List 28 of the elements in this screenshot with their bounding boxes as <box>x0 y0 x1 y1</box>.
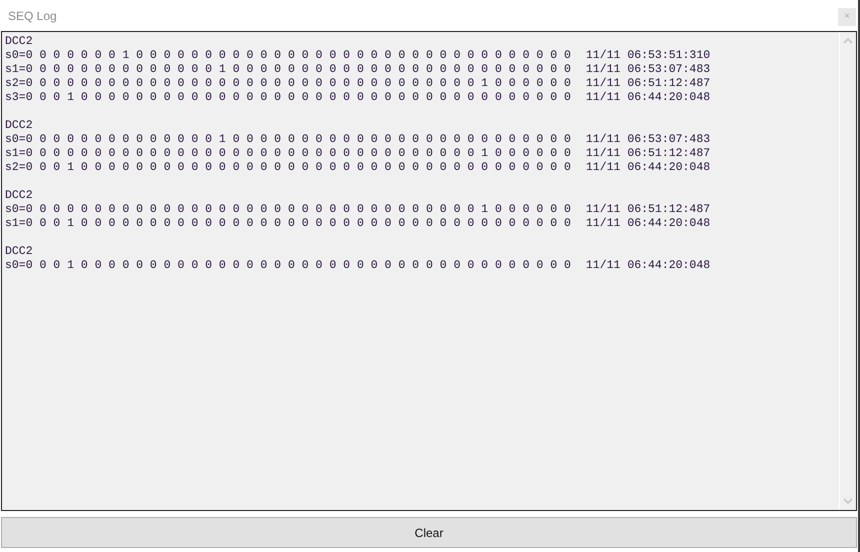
log-values: s1=0 0 0 0 0 0 0 0 0 0 0 0 0 0 1 0 0 0 0 0 0 0 0 0 0 0 0 0 0 0 0 0 0 0 0 0 0 0 0 0 <box>5 63 571 77</box>
log-timestamp: 11/11 06:44:20:048 <box>586 161 710 175</box>
log-timestamp: 11/11 06:53:07:483 <box>586 133 710 147</box>
log-values: s1=0 0 0 1 0 0 0 0 0 0 0 0 0 0 0 0 0 0 0 0 0 0 0 0 0 0 0 0 0 0 0 0 0 0 0 0 0 0 0 0 <box>5 217 571 231</box>
scroll-up-icon[interactable] <box>843 38 853 44</box>
log-timestamp: 11/11 06:51:12:487 <box>586 77 710 91</box>
log-values: s1=0 0 0 0 0 0 0 0 0 0 0 0 0 0 0 0 0 0 0 0 0 0 0 0 0 0 0 0 0 0 0 0 0 1 0 0 0 0 0 0 <box>5 147 571 161</box>
clear-button[interactable]: Clear <box>1 517 857 548</box>
log-values: s0=0 0 0 0 0 0 0 1 0 0 0 0 0 0 0 0 0 0 0 0 0 0 0 0 0 0 0 0 0 0 0 0 0 0 0 0 0 0 0 0 <box>5 49 571 63</box>
log-header: DCC2 <box>5 35 34 49</box>
scroll-down-icon[interactable] <box>843 498 853 504</box>
log-values: s0=0 0 0 0 0 0 0 0 0 0 0 0 0 0 0 0 0 0 0 0 0 0 0 0 0 0 0 0 0 0 0 0 0 1 0 0 0 0 0 0 <box>5 203 571 217</box>
log-timestamp: 11/11 06:51:12:487 <box>586 203 710 217</box>
log-values: s2=0 0 0 0 0 0 0 0 0 0 0 0 0 0 0 0 0 0 0 0 0 0 0 0 0 0 0 0 0 0 0 0 0 1 0 0 0 0 0 0 <box>5 77 571 91</box>
log-timestamp: 11/11 06:53:51:310 <box>586 49 710 63</box>
log-timestamp: 11/11 06:51:12:487 <box>586 147 710 161</box>
log-values: s3=0 0 0 1 0 0 0 0 0 0 0 0 0 0 0 0 0 0 0 0 0 0 0 0 0 0 0 0 0 0 0 0 0 0 0 0 0 0 0 0 <box>5 91 571 105</box>
log-timestamp: 11/11 06:44:20:048 <box>586 259 710 273</box>
log-values: s0=0 0 0 0 0 0 0 0 0 0 0 0 0 0 1 0 0 0 0 0 0 0 0 0 0 0 0 0 0 0 0 0 0 0 0 0 0 0 0 0 <box>5 133 571 147</box>
log-timestamp: 11/11 06:53:07:483 <box>586 63 710 77</box>
log-values: s0=0 0 0 1 0 0 0 0 0 0 0 0 0 0 0 0 0 0 0 0 0 0 0 0 0 0 0 0 0 0 0 0 0 0 0 0 0 0 0 0 <box>5 259 571 273</box>
log-header: DCC2 <box>5 189 34 203</box>
log-header: DCC2 <box>5 119 34 133</box>
log-timestamp: 11/11 06:44:20:048 <box>586 217 710 231</box>
log-header: DCC2 <box>5 245 34 259</box>
window-title: SEQ Log <box>8 8 57 22</box>
log-values: s2=0 0 0 1 0 0 0 0 0 0 0 0 0 0 0 0 0 0 0 0 0 0 0 0 0 0 0 0 0 0 0 0 0 0 0 0 0 0 0 0 <box>5 161 571 175</box>
log-timestamp: 11/11 06:44:20:048 <box>586 91 710 105</box>
